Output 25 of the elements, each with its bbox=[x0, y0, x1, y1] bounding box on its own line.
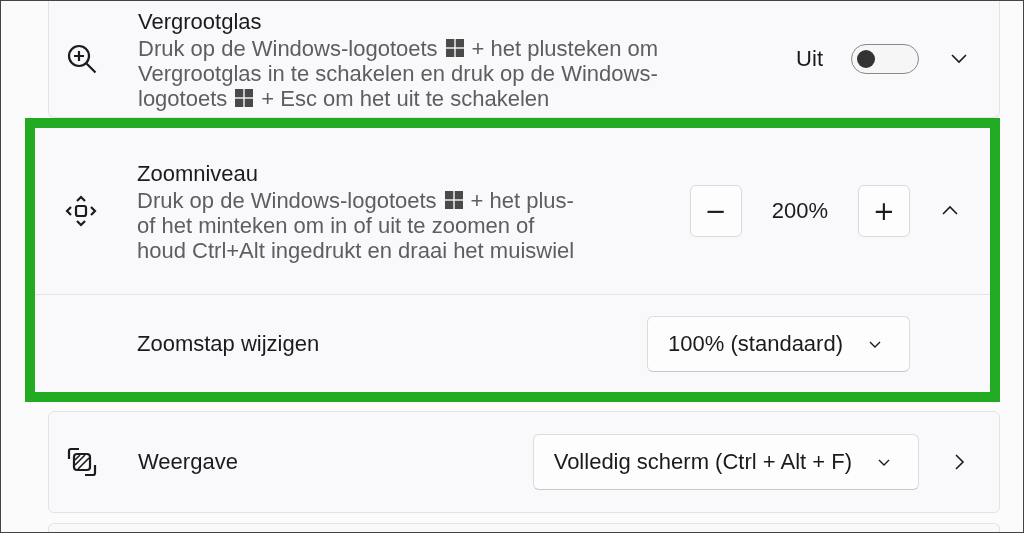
description-text: logotoets bbox=[138, 85, 228, 111]
description-text: Druk op de Windows-logotoets bbox=[137, 187, 437, 213]
decrease-button[interactable]: − bbox=[689, 185, 742, 237]
four-squares-icon bbox=[445, 39, 464, 57]
setting-title: Weergave bbox=[138, 448, 239, 477]
zoom-level-value: 200% bbox=[771, 198, 828, 224]
zoom-in-icon bbox=[65, 42, 99, 76]
four-squares-icon bbox=[444, 191, 463, 209]
toggle-state-label: Uit bbox=[796, 46, 823, 72]
description-text: + het plus- bbox=[470, 187, 574, 213]
description-text: Druk op de Windows-logotoets bbox=[138, 35, 438, 61]
setting-title: Vergrootglas bbox=[138, 7, 263, 36]
description-text: houd Ctrl+Alt ingedrukt en draai het muiswiel bbox=[137, 237, 575, 263]
description-text: + het plusteken om bbox=[471, 35, 659, 61]
description-text: of het minteken om in of uit te zoomen of bbox=[137, 212, 535, 238]
increase-button[interactable]: + bbox=[858, 185, 910, 237]
dropdown[interactable]: Volledig scherm (Ctrl + Alt + F) bbox=[532, 434, 919, 491]
four-squares-icon bbox=[235, 89, 254, 107]
setting-title: Zoomstap wijzigen bbox=[137, 329, 321, 358]
move-arrows-icon bbox=[64, 194, 98, 228]
description-text: + Esc om het uit te schakelen bbox=[261, 85, 550, 111]
toggle-switch[interactable] bbox=[851, 44, 919, 74]
setting-title: Zoomniveau bbox=[137, 159, 260, 188]
dropdown[interactable]: 100% (standaard) bbox=[647, 315, 910, 372]
description-text: Vergrootglas in te schakelen en druk op de Windows- bbox=[138, 60, 658, 86]
